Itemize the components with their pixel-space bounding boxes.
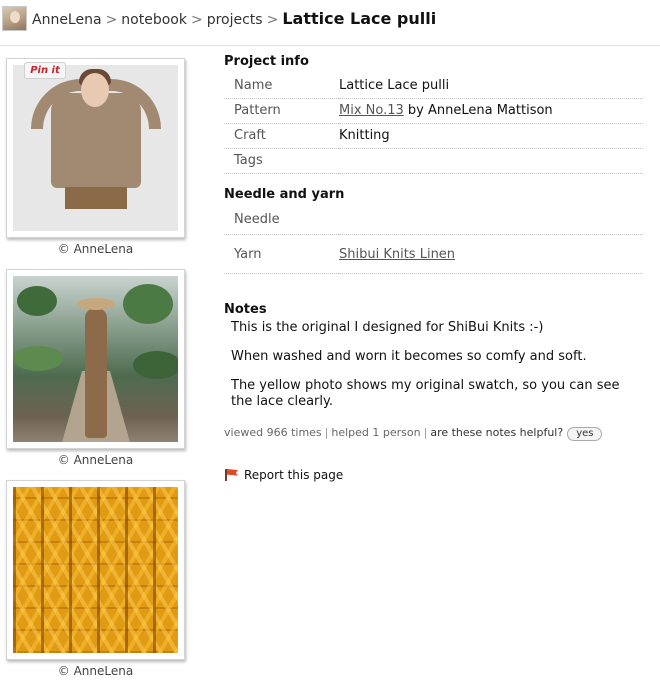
stats-separator: |	[324, 426, 329, 439]
breadcrumb-projects-link[interactable]: projects	[207, 12, 263, 28]
notes-heading: Notes	[224, 302, 267, 317]
breadcrumb-user-link[interactable]: AnneLena	[32, 12, 102, 28]
yarn-value: Shibui Knits Linen	[339, 234, 643, 274]
craft-label: Craft	[224, 123, 339, 149]
page-title: Lattice Lace pulli	[282, 9, 437, 28]
photo-caption: © AnneLena	[57, 453, 134, 467]
tags-value	[339, 148, 643, 174]
table-row: Name Lattice Lace pulli	[224, 73, 643, 99]
project-photo[interactable]	[6, 269, 185, 449]
table-row: Tags	[224, 148, 643, 174]
craft-value: Knitting	[339, 123, 643, 149]
pattern-link[interactable]: Mix No.13	[339, 103, 404, 118]
view-count: viewed 966 times	[224, 426, 322, 439]
pinit-button[interactable]: Pin it	[24, 62, 66, 79]
table-row: Pattern Mix No.13 by AnneLena Mattison	[224, 98, 643, 124]
helped-count: helped 1 person	[331, 426, 421, 439]
name-label: Name	[224, 73, 339, 99]
photo-item-3: © AnneLena	[6, 480, 185, 678]
pattern-value: Mix No.13 by AnneLena Mattison	[339, 98, 643, 124]
photo-caption: © AnneLena	[57, 242, 134, 256]
project-photo[interactable]	[6, 58, 185, 238]
needle-value	[339, 205, 643, 235]
breadcrumb: AnneLena > notebook > projects > Lattice Lace …	[32, 9, 436, 28]
notes-paragraph: The yellow photo shows my original swatc…	[231, 378, 620, 409]
breadcrumb-notebook-link[interactable]: notebook	[121, 12, 187, 28]
pattern-label: Pattern	[224, 98, 339, 124]
project-details: Project info Name Lattice Lace pulli Pat…	[224, 54, 644, 482]
table-row: Craft Knitting	[224, 123, 643, 149]
photo-lace-swatch	[13, 487, 178, 653]
photo-greenhouse	[13, 276, 178, 442]
photo-item-1: Pin it © AnneLena	[6, 58, 185, 256]
photo-model-sweater	[13, 65, 178, 231]
project-info-table: Name Lattice Lace pulli Pattern Mix No.1…	[224, 73, 643, 174]
breadcrumb-separator: >	[190, 12, 203, 28]
yarn-label: Yarn	[224, 234, 339, 274]
needle-label: Needle	[224, 205, 339, 235]
table-row: Yarn Shibui Knits Linen	[224, 234, 643, 274]
needle-yarn-table: Needle Yarn Shibui Knits Linen	[224, 205, 643, 274]
photo-item-2: © AnneLena	[6, 269, 185, 467]
stats-separator: |	[423, 426, 428, 439]
tags-label: Tags	[224, 148, 339, 174]
pattern-author: by AnneLena Mattison	[407, 103, 553, 118]
yarn-link[interactable]: Shibui Knits Linen	[339, 247, 455, 262]
avatar[interactable]	[2, 6, 27, 31]
breadcrumb-separator: >	[105, 12, 118, 28]
breadcrumb-separator: >	[266, 12, 279, 28]
report-page-link[interactable]: Report this page	[224, 468, 644, 482]
breadcrumb-bar: AnneLena > notebook > projects > Lattice Lace …	[0, 0, 660, 46]
project-info-heading: Project info	[224, 54, 309, 69]
needle-yarn-heading: Needle and yarn	[224, 186, 345, 202]
project-photo[interactable]	[6, 480, 185, 660]
notes-stats: viewed 966 times | helped 1 person | are the…	[224, 426, 644, 441]
photo-caption: © AnneLena	[57, 664, 134, 678]
flag-icon	[224, 469, 238, 481]
name-value: Lattice Lace pulli	[339, 73, 643, 99]
table-row: Needle	[224, 205, 643, 235]
notes-paragraph: This is the original I designed for ShiB…	[231, 320, 544, 335]
helpful-question: are these notes helpful?	[430, 426, 564, 439]
helpful-yes-button[interactable]: yes	[567, 427, 603, 441]
notes-paragraph: When washed and worn it becomes so comfy…	[231, 349, 587, 364]
notes-body: This is the original I designed for ShiB…	[224, 320, 644, 410]
report-label: Report this page	[244, 468, 344, 482]
